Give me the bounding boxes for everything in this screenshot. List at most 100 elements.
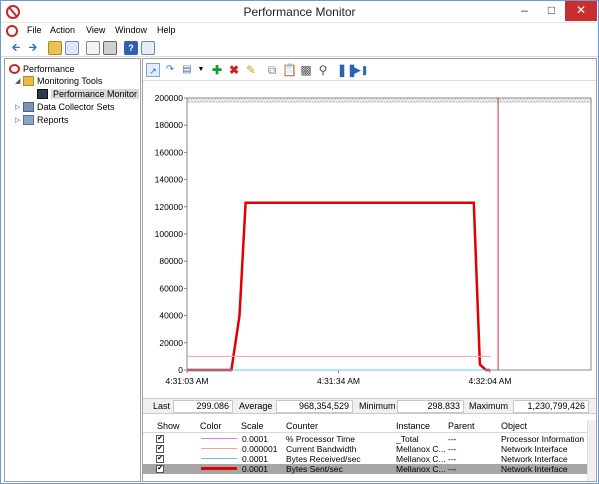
properties-icon[interactable]: [86, 41, 100, 55]
column-color[interactable]: Color: [200, 421, 222, 431]
tree-item-data-collector-sets[interactable]: ▷ Data Collector Sets: [15, 100, 115, 113]
parent-cell: ---: [448, 444, 457, 454]
column-object[interactable]: Object: [501, 421, 527, 431]
column-counter[interactable]: Counter: [286, 421, 318, 431]
paste-counter-list-icon[interactable]: 📋: [282, 63, 297, 77]
parent-cell: ---: [448, 434, 457, 444]
tree-item-monitoring-tools[interactable]: ◢ Monitoring Tools: [15, 74, 102, 87]
average-label: Average: [239, 401, 273, 411]
data-collector-icon: [23, 101, 34, 112]
title-bar: Performance Monitor – □ ✕: [1, 1, 598, 23]
plot-area: [186, 97, 592, 371]
forward-arrow-icon[interactable]: 🡲: [26, 41, 40, 55]
maximize-button[interactable]: □: [538, 1, 565, 21]
column-scale[interactable]: Scale: [241, 421, 264, 431]
line-graph: 0 20000 40000 60000 80000 100000 120000 140000 1…: [155, 93, 593, 386]
add-counter-icon[interactable]: ✚: [210, 63, 224, 77]
highlight-icon[interactable]: ✎: [244, 63, 258, 77]
copy-properties-icon[interactable]: ⧉: [265, 63, 279, 77]
show-checkbox[interactable]: ✔: [156, 465, 164, 473]
change-graph-type-icon[interactable]: ▤: [180, 63, 194, 77]
zoom-icon[interactable]: ⚲: [316, 63, 330, 77]
update-data-icon[interactable]: ▶❚: [354, 63, 368, 77]
counter-cell: Current Bandwidth: [286, 444, 357, 454]
y-tick-label: 160000: [155, 147, 184, 157]
window-title: Performance Monitor: [243, 5, 356, 19]
last-label: Last: [153, 401, 171, 411]
instance-cell: Mellanox C...: [396, 454, 446, 464]
export-list-icon[interactable]: [103, 41, 117, 55]
scale-cell: 0.0001: [242, 464, 268, 474]
y-tick-label: 180000: [155, 120, 184, 130]
view-current-activity-icon[interactable]: ↗: [146, 63, 160, 77]
counter-cell: Bytes Received/sec: [286, 454, 361, 464]
show-checkbox[interactable]: ✔: [156, 455, 164, 463]
menu-window[interactable]: Window: [115, 25, 147, 35]
show-hide-tree-icon[interactable]: [65, 41, 79, 55]
counter-list-scrollbar[interactable]: [587, 420, 596, 481]
y-tick-label: 200000: [155, 93, 184, 103]
menu-file[interactable]: File: [27, 25, 42, 35]
menu-bar: File Action View Window Help: [1, 23, 598, 39]
minimize-button[interactable]: –: [511, 1, 538, 21]
y-tick-label: 20000: [159, 338, 183, 348]
column-show[interactable]: Show: [157, 421, 180, 431]
expanded-arrow-icon[interactable]: ◢: [15, 77, 23, 85]
new-window-icon[interactable]: [141, 41, 155, 55]
collapsed-arrow-icon[interactable]: ▷: [15, 103, 23, 111]
back-arrow-icon[interactable]: 🡰: [9, 41, 23, 55]
maximum-value: 1,230,799,426: [513, 400, 589, 413]
scale-cell: 0.000001: [242, 444, 278, 454]
graph-type-dropdown-icon[interactable]: ▼: [194, 63, 208, 77]
counter-row[interactable]: ✔ 0.0001 Bytes Received/sec Mellanox C... --…: [143, 454, 596, 464]
maximum-label: Maximum: [469, 401, 509, 411]
counter-cell: Bytes Sent/sec: [286, 464, 343, 474]
color-swatch: [201, 458, 237, 459]
tree-item-performance-monitor[interactable]: Performance Monitor: [37, 87, 140, 100]
system-menu-icon[interactable]: [6, 25, 18, 37]
properties-icon[interactable]: ▩: [299, 63, 313, 77]
collapsed-arrow-icon[interactable]: ▷: [15, 116, 23, 124]
performance-monitor-pane: ↗ ↷ ▤ ▼ ✚ ✖ ✎ ⧉ 📋 ▩ ⚲ ❚❚ ▶❚ 0 20000 40000 6…: [142, 58, 597, 482]
object-cell: Network Interface: [501, 464, 568, 474]
x-tick-label: 4:31:34 AM: [317, 376, 360, 386]
x-tick-label: 4:32:04 AM: [468, 376, 511, 386]
menu-action[interactable]: Action: [50, 25, 75, 35]
y-tick-label: 100000: [155, 229, 184, 239]
delete-counter-icon[interactable]: ✖: [227, 63, 241, 77]
monitor-chart-icon: [37, 88, 48, 99]
help-icon[interactable]: ?: [124, 41, 138, 55]
y-tick-label: 80000: [159, 256, 183, 266]
show-checkbox[interactable]: ✔: [156, 435, 164, 443]
reports-icon: [23, 114, 34, 125]
up-folder-icon[interactable]: [48, 41, 62, 55]
y-tick-label: 0: [178, 365, 183, 375]
parent-cell: ---: [448, 454, 457, 464]
main-toolbar: 🡰 🡲 ?: [1, 39, 598, 57]
tree-item-reports[interactable]: ▷ Reports: [15, 113, 69, 126]
statistics-bar: Last 299.086 Average 968,354,529 Minimum…: [143, 398, 596, 414]
counter-row[interactable]: ✔ 0.0001 % Processor Time _Total --- Processo…: [143, 434, 596, 444]
folder-icon: [23, 75, 34, 86]
color-swatch: [201, 467, 237, 470]
minimum-label: Minimum: [359, 401, 396, 411]
performance-monitor-window: Performance Monitor – □ ✕ File Action Vi…: [0, 0, 599, 484]
freeze-display-icon[interactable]: ❚❚: [337, 63, 357, 77]
column-parent[interactable]: Parent: [448, 421, 475, 431]
column-instance[interactable]: Instance: [396, 421, 430, 431]
color-swatch: [201, 448, 237, 449]
navigation-tree: Performance ◢ Monitoring Tools Performan…: [4, 58, 141, 482]
parent-cell: ---: [448, 464, 457, 474]
color-swatch: [201, 438, 237, 439]
show-checkbox[interactable]: ✔: [156, 445, 164, 453]
x-tick-label: 4:31:03 AM: [165, 376, 208, 386]
y-tick-label: 40000: [159, 311, 183, 321]
counter-row[interactable]: ✔ 0.000001 Current Bandwidth Mellanox C... -…: [143, 444, 596, 454]
close-button[interactable]: ✕: [565, 1, 597, 21]
counter-row[interactable]: ✔ 0.0001 Bytes Sent/sec Mellanox C... --- Net…: [143, 464, 596, 474]
view-log-data-icon[interactable]: ↷: [163, 63, 177, 77]
instance-cell: Mellanox C...: [396, 464, 446, 474]
menu-help[interactable]: Help: [157, 25, 176, 35]
menu-view[interactable]: View: [86, 25, 105, 35]
counter-list-header: Show Color Scale Counter Instance Parent…: [143, 420, 596, 433]
